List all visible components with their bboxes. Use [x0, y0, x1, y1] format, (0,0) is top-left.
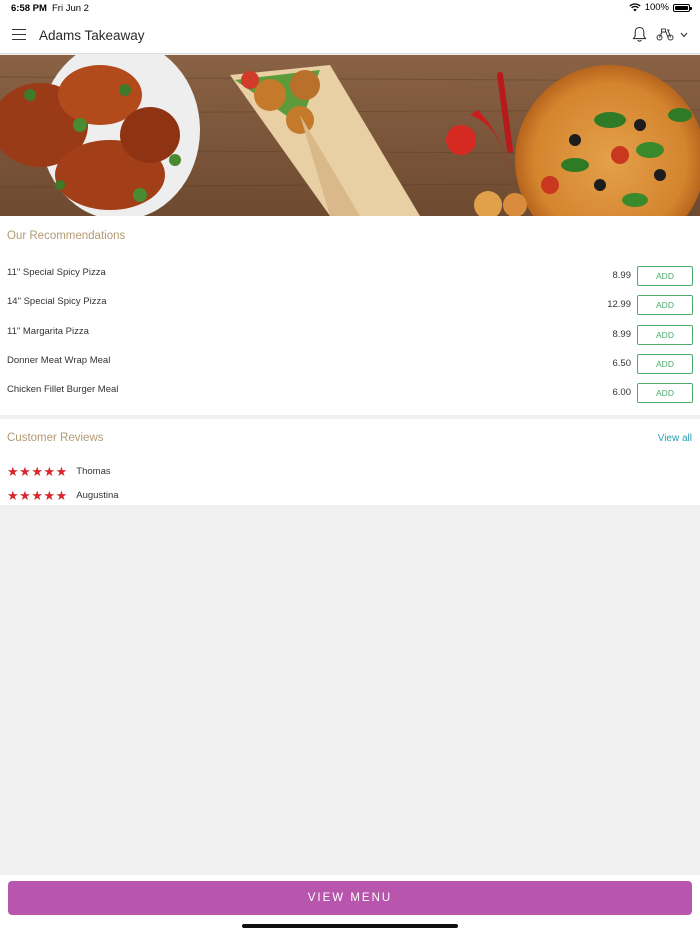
hero-banner	[0, 55, 700, 216]
view-menu-button[interactable]: VIEW MENU	[8, 881, 692, 915]
status-time: 6:58 PM	[11, 3, 47, 14]
item-name: Chicken Fillet Burger Meal	[7, 384, 119, 395]
star-rating: ★ ★ ★ ★ ★	[7, 489, 67, 502]
add-button[interactable]: ADD	[637, 295, 693, 315]
star-icon: ★	[19, 463, 31, 479]
star-icon: ★	[7, 487, 19, 503]
item-price: 8.99	[612, 329, 632, 340]
item-name: 14" Special Spicy Pizza	[7, 296, 107, 307]
item-price: 8.99	[612, 270, 632, 281]
star-icon: ★	[43, 463, 56, 479]
list-item: Chicken Fillet Burger Meal 6.00 ADD	[0, 383, 700, 405]
item-name: 11" Margarita Pizza	[7, 326, 89, 337]
home-indicator	[242, 924, 458, 928]
star-icon: ★	[7, 463, 19, 479]
status-bar: 6:58 PM Fri Jun 2 100%	[0, 0, 700, 17]
star-icon: ★	[31, 463, 43, 479]
review-row: ★ ★ ★ ★ ★ Augustina	[7, 488, 119, 502]
status-date: Fri Jun 2	[52, 3, 89, 14]
reviewer-name: Thomas	[76, 465, 111, 477]
reviews-section: Customer Reviews View all ★ ★ ★ ★ ★ Thom…	[0, 419, 700, 505]
view-all-link[interactable]: View all	[658, 433, 692, 444]
item-price: 12.99	[607, 299, 631, 310]
bell-icon[interactable]	[632, 26, 647, 43]
add-button[interactable]: ADD	[637, 354, 693, 374]
app-bar: Adams Takeaway	[0, 17, 700, 54]
add-button[interactable]: ADD	[637, 383, 693, 403]
item-price: 6.50	[612, 358, 632, 369]
battery-icon	[673, 3, 692, 12]
reviewer-name: Augustina	[76, 489, 119, 501]
list-item: 11" Margarita Pizza 8.99 ADD	[0, 325, 700, 347]
review-row: ★ ★ ★ ★ ★ Thomas	[7, 464, 111, 478]
star-icon: ★	[31, 487, 43, 503]
reviews-title: Customer Reviews	[7, 432, 104, 444]
item-name: 11" Special Spicy Pizza	[7, 267, 106, 278]
item-name: Donner Meat Wrap Meal	[7, 355, 111, 366]
recommendations-title: Our Recommendations	[7, 230, 126, 242]
menu-icon[interactable]	[12, 29, 26, 41]
battery-percent: 100%	[644, 2, 669, 13]
add-button[interactable]: ADD	[637, 266, 693, 286]
add-button[interactable]: ADD	[637, 325, 693, 345]
hero-food-image	[0, 55, 700, 216]
scooter-icon[interactable]	[656, 28, 674, 41]
star-icon: ★	[43, 487, 56, 503]
star-icon: ★	[55, 463, 68, 479]
wifi-icon	[629, 3, 641, 12]
chevron-down-icon[interactable]	[680, 32, 688, 38]
list-item: 11" Special Spicy Pizza 8.99 ADD	[0, 266, 700, 288]
item-price: 6.00	[612, 387, 632, 398]
status-right: 100%	[629, 2, 692, 13]
star-icon: ★	[55, 487, 68, 503]
recommendations-section: Our Recommendations 11" Special Spicy Pi…	[0, 216, 700, 415]
list-item: Donner Meat Wrap Meal 6.50 ADD	[0, 354, 700, 376]
list-item: 14" Special Spicy Pizza 12.99 ADD	[0, 295, 700, 317]
app-title: Adams Takeaway	[39, 28, 145, 43]
star-rating: ★ ★ ★ ★ ★	[7, 465, 67, 478]
star-icon: ★	[19, 487, 31, 503]
